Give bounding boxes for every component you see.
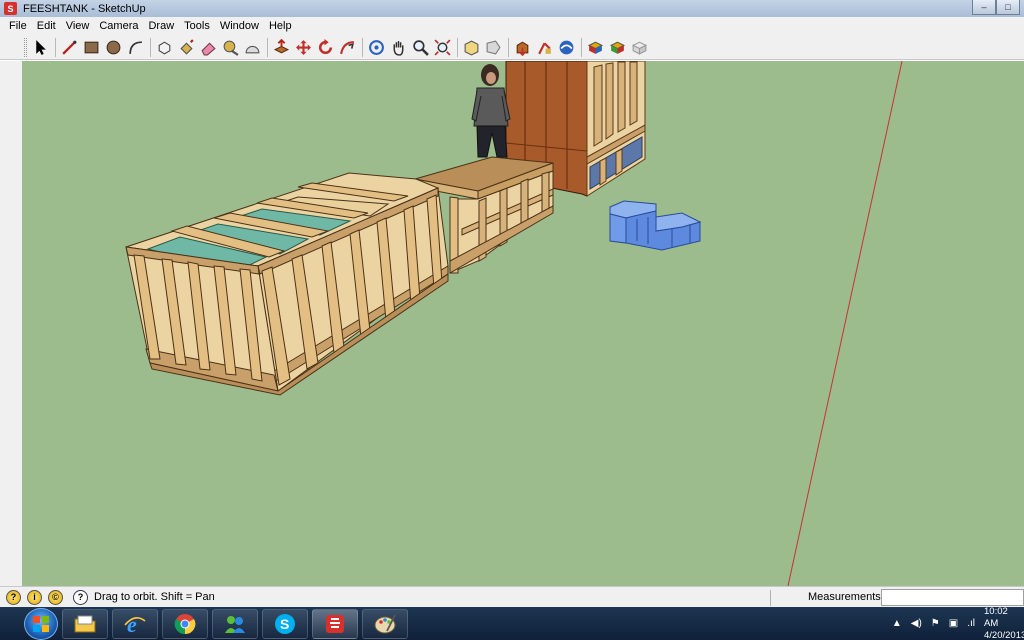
sketchup-app-icon[interactable]: S (4, 2, 17, 15)
left-gutter (0, 61, 22, 586)
warehouse-icon[interactable] (512, 37, 532, 57)
extension-2-icon[interactable] (607, 37, 627, 57)
paint-palette-icon (374, 614, 396, 633)
folder-icon (74, 615, 96, 632)
menu-help[interactable]: Help (264, 17, 297, 35)
window-title: FEESHTANK - SketchUp (23, 2, 146, 15)
previous-view-icon[interactable] (461, 37, 481, 57)
tape-measure-icon[interactable] (220, 37, 240, 57)
window-controls: – □ (972, 0, 1020, 15)
tray-app-icon[interactable]: ▣ (949, 618, 958, 629)
menu-file[interactable]: File (4, 17, 32, 35)
messenger-icon (225, 615, 245, 633)
user-icon[interactable]: © (48, 589, 63, 605)
start-button[interactable] (24, 607, 58, 640)
network-signal-icon[interactable]: .ıl (967, 618, 975, 629)
tank-frame[interactable] (125, 172, 449, 396)
windows-taskbar: e S ▲ ◀) ⚑ ▣ .ıl 10:02 AM 4/20/2013 (0, 606, 1024, 640)
zoom-extents-icon[interactable] (432, 37, 452, 57)
zoom-icon[interactable] (410, 37, 430, 57)
svg-text:S: S (280, 616, 289, 632)
toolbar-separator (55, 37, 56, 57)
taskbar-ie-button[interactable]: e (112, 608, 158, 639)
status-bar: ? i © ? Drag to orbit. Shift = Pan Measu… (0, 586, 1024, 607)
extension-1-icon[interactable] (585, 37, 605, 57)
clock-date: 4/20/2013 (984, 629, 1024, 640)
menu-edit[interactable]: Edit (32, 17, 61, 35)
chrome-icon (174, 613, 196, 634)
menu-tools[interactable]: Tools (179, 17, 215, 35)
components-icon[interactable] (534, 37, 554, 57)
menu-window[interactable]: Window (215, 17, 264, 35)
menu-bar: File Edit View Camera Draw Tools Window … (0, 17, 1024, 35)
toolbar-separator (267, 37, 268, 57)
circle-icon[interactable] (103, 37, 123, 57)
taskbar-messenger-button[interactable] (212, 608, 258, 639)
status-hint: Drag to orbit. Shift = Pan (94, 591, 215, 603)
status-separator (770, 590, 771, 606)
menu-draw[interactable]: Draw (143, 17, 179, 35)
title-bar: S FEESHTANK - SketchUp – □ (0, 0, 1024, 17)
main-toolbar (0, 35, 1024, 60)
taskbar-skype-button[interactable]: S (262, 608, 308, 639)
rectangle-icon[interactable] (81, 37, 101, 57)
protractor-icon[interactable] (242, 37, 262, 57)
taskbar-explorer-button[interactable] (62, 608, 108, 639)
windows-logo-icon (33, 615, 49, 632)
maximize-button[interactable]: □ (996, 0, 1020, 15)
next-view-icon[interactable] (483, 37, 503, 57)
extension-3-icon[interactable] (629, 37, 649, 57)
sketchup-icon (326, 614, 344, 633)
scale-figure-person[interactable] (471, 64, 511, 158)
measurements-input[interactable] (881, 589, 1024, 606)
clock[interactable]: 10:02 AM 4/20/2013 (984, 606, 1024, 640)
drawing-viewport[interactable] (22, 61, 1024, 586)
line-icon[interactable] (59, 37, 79, 57)
paint-bucket-icon[interactable] (176, 37, 196, 57)
toolbar-grip[interactable] (24, 38, 27, 57)
system-tray: ▲ ◀) ⚑ ▣ .ıl 10:02 AM 4/20/2013 (892, 606, 1024, 640)
red-axis-line (787, 61, 903, 586)
follow-me-icon[interactable] (337, 37, 357, 57)
taskbar-paint-button[interactable] (362, 608, 408, 639)
make-component-icon[interactable] (154, 37, 174, 57)
toolbar-separator (457, 37, 458, 57)
credits-icon[interactable]: i (27, 589, 42, 605)
toolbar-separator (150, 37, 151, 57)
menu-view[interactable]: View (61, 17, 95, 35)
eraser-icon[interactable] (198, 37, 218, 57)
move-icon[interactable] (293, 37, 313, 57)
blue-sump-object[interactable] (609, 200, 702, 251)
geo-location-icon[interactable]: ? (6, 589, 21, 605)
orbit-icon[interactable] (366, 37, 386, 57)
minimize-button[interactable]: – (972, 0, 996, 15)
share-model-icon[interactable] (556, 37, 576, 57)
internet-explorer-icon: e (124, 613, 146, 635)
skype-icon: S (275, 613, 295, 634)
taskbar-sketchup-button[interactable] (312, 608, 358, 639)
pan-icon[interactable] (388, 37, 408, 57)
select-icon[interactable] (30, 37, 50, 57)
clock-time: 10:02 AM (984, 605, 1008, 629)
measurements-label: Measurements (808, 591, 881, 603)
toolbar-separator (508, 37, 509, 57)
action-center-flag-icon[interactable]: ⚑ (931, 618, 940, 629)
scene-canvas[interactable] (22, 61, 1024, 586)
help-icon[interactable]: ? (73, 589, 88, 605)
arc-icon[interactable] (125, 37, 145, 57)
menu-camera[interactable]: Camera (94, 17, 143, 35)
svg-text:e: e (127, 613, 137, 635)
volume-icon[interactable]: ◀) (911, 618, 922, 629)
show-hidden-icons-icon[interactable]: ▲ (892, 618, 902, 629)
taskbar-chrome-button[interactable] (162, 608, 208, 639)
push-pull-icon[interactable] (271, 37, 291, 57)
rotate-icon[interactable] (315, 37, 335, 57)
toolbar-separator (581, 37, 582, 57)
toolbar-separator (362, 37, 363, 57)
